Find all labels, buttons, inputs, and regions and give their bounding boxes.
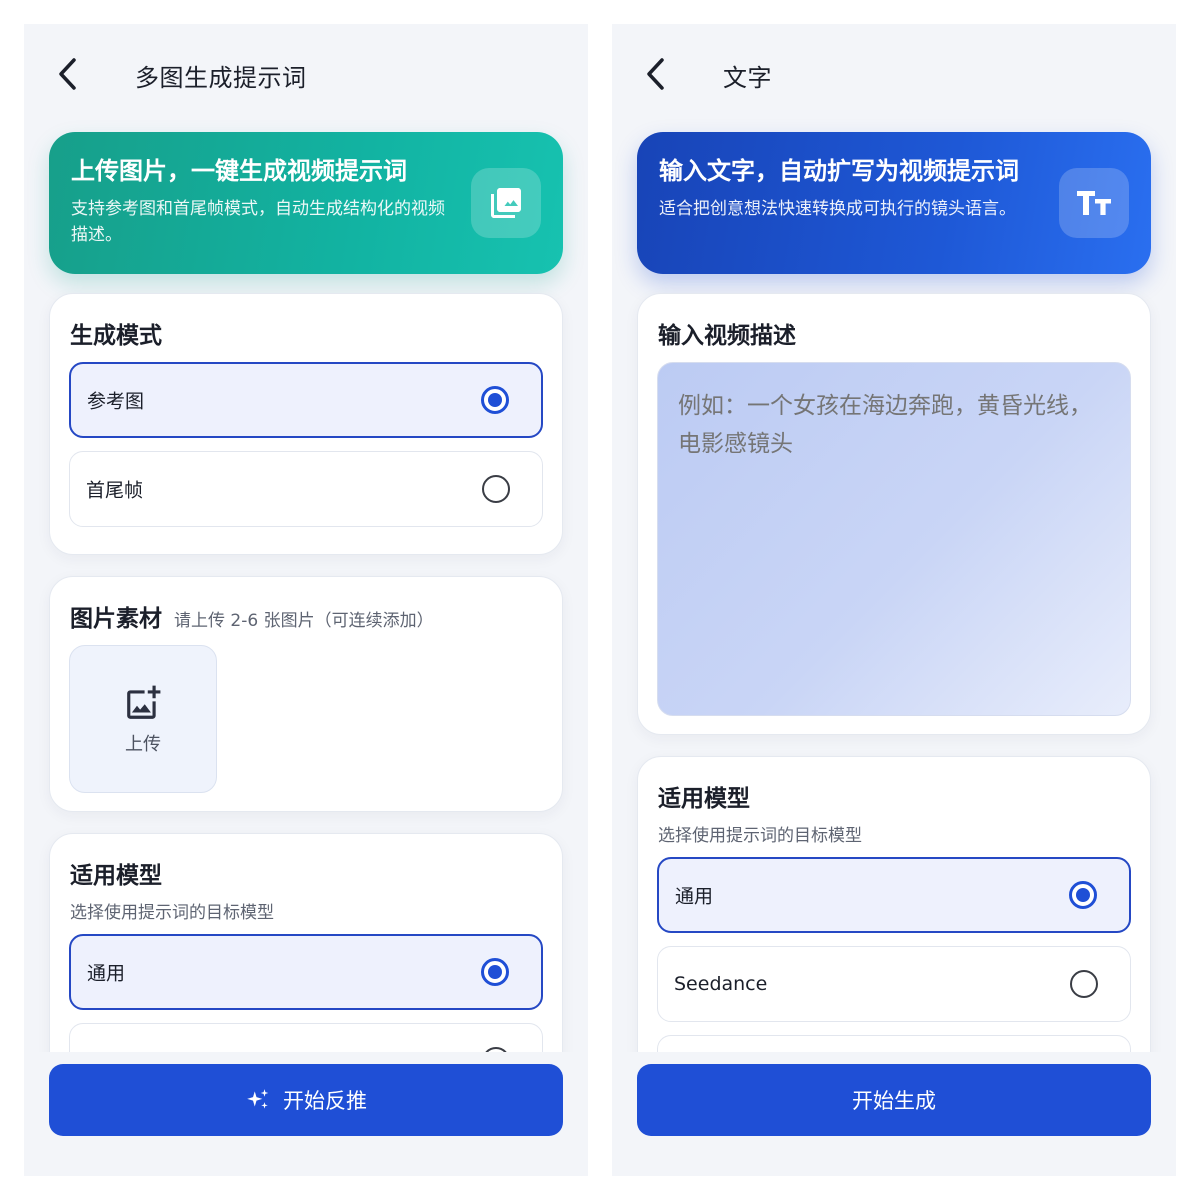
hero-description: 支持参考图和首尾帧模式，自动生成结构化的视频描述。 (71, 199, 445, 245)
text-size-icon (1059, 168, 1129, 238)
text-prompt-screen: 文字 输入文字，自动扩写为视频提示词 适合把创意想法快速转换成可执行的镜头语言。… (612, 24, 1176, 1176)
card-title: 输入视频描述 (658, 323, 796, 349)
radio-selected[interactable] (1069, 881, 1097, 909)
chevron-left-icon (647, 58, 664, 90)
option-model-general[interactable]: 通用 (657, 857, 1131, 933)
video-description-card: 输入视频描述 (637, 293, 1151, 735)
radio-unselected[interactable] (482, 475, 510, 503)
image-material-card: 图片素材 请上传 2-6 张图片（可连续添加） 上传 (49, 576, 563, 812)
radio-selected[interactable] (481, 958, 509, 986)
photo-library-icon (471, 168, 541, 238)
radio-selected[interactable] (481, 386, 509, 414)
hero-title: 上传图片，一键生成视频提示词 (71, 157, 407, 185)
radio-unselected[interactable] (1070, 970, 1098, 998)
model-card: 适用模型 选择使用提示词的目标模型 通用 Seedance (637, 756, 1151, 1111)
back-button[interactable] (638, 54, 674, 94)
video-description-input[interactable] (657, 362, 1131, 716)
hero-title: 输入文字，自动扩写为视频提示词 (659, 157, 1019, 185)
header: 多图生成提示词 (24, 24, 588, 124)
start-generate-button[interactable]: 开始生成 (637, 1064, 1151, 1136)
upload-label: 上传 (125, 734, 161, 755)
chevron-left-icon (59, 58, 76, 90)
option-reference-image[interactable]: 参考图 (69, 362, 543, 438)
option-label: 通用 (675, 885, 714, 908)
header: 文字 (612, 24, 1176, 124)
card-title: 生成模式 (70, 323, 162, 349)
upload-hint: 请上传 2-6 张图片（可连续添加） (174, 611, 434, 631)
generation-mode-card: 生成模式 参考图 首尾帧 (49, 293, 563, 555)
card-subtitle: 选择使用提示词的目标模型 (70, 903, 274, 923)
upload-button[interactable]: 上传 (69, 645, 217, 793)
hero-banner: 上传图片，一键生成视频提示词 支持参考图和首尾帧模式，自动生成结构化的视频描述。 (49, 132, 563, 274)
cta-label: 开始反推 (283, 1090, 367, 1113)
option-first-last-frame[interactable]: 首尾帧 (69, 451, 543, 527)
back-button[interactable] (50, 54, 86, 94)
hero-banner: 输入文字，自动扩写为视频提示词 适合把创意想法快速转换成可执行的镜头语言。 (637, 132, 1151, 274)
sparkle-icon (245, 1087, 271, 1113)
option-label: Seedance (674, 973, 768, 995)
card-title: 适用模型 (70, 863, 162, 889)
card-title-text: 图片素材 (70, 606, 162, 632)
page-title: 多图生成提示词 (135, 64, 307, 92)
start-reverse-button[interactable]: 开始反推 (49, 1064, 563, 1136)
multi-image-prompt-screen: 多图生成提示词 上传图片，一键生成视频提示词 支持参考图和首尾帧模式，自动生成结… (24, 24, 588, 1176)
option-label: 参考图 (87, 390, 145, 413)
cta-label: 开始生成 (852, 1090, 936, 1113)
option-model-seedance[interactable]: Seedance (657, 946, 1131, 1022)
page-title: 文字 (723, 64, 772, 92)
card-title: 图片素材 请上传 2-6 张图片（可连续添加） (70, 599, 434, 633)
card-title: 适用模型 (658, 786, 750, 812)
hero-description: 适合把创意想法快速转换成可执行的镜头语言。 (659, 199, 1016, 219)
option-label: 通用 (87, 962, 126, 985)
option-model-general[interactable]: 通用 (69, 934, 543, 1010)
add-photo-icon (127, 685, 161, 719)
card-subtitle: 选择使用提示词的目标模型 (658, 826, 862, 846)
option-label: 首尾帧 (86, 479, 144, 502)
